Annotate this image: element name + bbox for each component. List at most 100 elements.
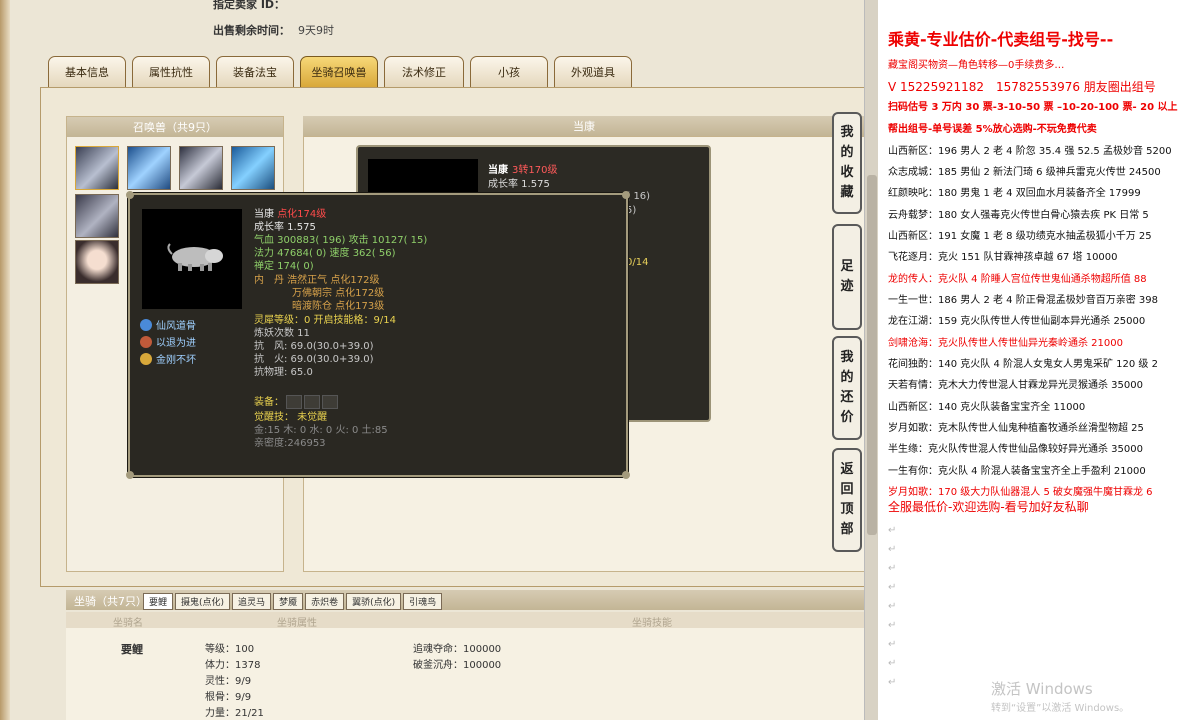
paragraph-mark-icon: ↵ (888, 544, 897, 555)
tooltip-resist-fire: 抗 火: 69.0(30.0+39.0) (254, 354, 374, 365)
paragraph-mark-icon: ↵ (888, 525, 897, 536)
skill-icon (140, 318, 152, 331)
mount-stat-stamina: 体力：1378 (205, 660, 261, 671)
mount-stat-root: 根骨：9/9 (205, 692, 252, 703)
summon-slot-6[interactable] (75, 240, 119, 284)
mount-stat-strength: 力量：21/21 (205, 708, 264, 719)
doc-line: 飞花逐月：克火 151 队甘霖神孩卓越 67 塔 10000 (888, 252, 1118, 263)
windows-watermark: 激活 Windows (991, 680, 1093, 698)
time-left-label: 出售剩余时间： (213, 24, 290, 37)
mount-col-skill: 坐骑技能 (632, 618, 672, 629)
document-panel: 乘黄-专业估价-代卖组号-找号-- 藏宝阁买物资—角色转移—0手续费多… V 15… (878, 0, 1188, 720)
doc-line: 扫码估号 3 万内 30 票-3-10-50 票 –10-20-100 票- 2… (888, 102, 1178, 113)
doc-line: 山西新区：196 男人 2 老 4 阶忽 35.4 强 52.5 孟极妙音 52… (888, 146, 1172, 157)
summon-skill-2[interactable]: 以退为进 (140, 334, 196, 349)
paragraph-mark-icon: ↵ (888, 563, 897, 574)
mount-col-attr: 坐骑属性 (277, 618, 317, 629)
tooltip-neidan-2: 万佛朝宗 点化172级 (292, 288, 385, 299)
mount-skill-2: 破釜沉舟：100000 (413, 660, 502, 671)
doc-line: 花间独酌：140 克火队 4 阶混人女鬼女人男鬼采矿 120 级 2 (888, 359, 1158, 370)
doc-line: 半生缘：克火队传世混人传世仙品像较好异光通杀 35000 (888, 444, 1143, 455)
my-favorites-button[interactable]: 我的收藏 (832, 112, 862, 214)
tab-basic-info[interactable]: 基本信息 (48, 56, 126, 88)
paragraph-mark-icon: ↵ (888, 620, 897, 631)
mount-tab-7[interactable]: 引魂鸟 (403, 593, 443, 610)
summon-skill-1[interactable]: 仙风道骨 (140, 317, 196, 332)
summon-detail-header: 当康 (303, 116, 865, 136)
my-bargain-button[interactable]: 我的还价 (832, 336, 862, 440)
mount-skill-1: 追魂夺命：100000 (413, 644, 502, 655)
summon-tooltip: 当康 点化174级 成长率 1.575 气血 300883( 196) 攻击 1… (126, 191, 630, 479)
seller-id-label: 指定卖家 ID： (213, 0, 286, 11)
mount-stat-spirit: 灵性：9/9 (205, 676, 252, 687)
equip-slot[interactable] (304, 395, 320, 409)
mount-stat-level: 等级：100 (205, 644, 255, 655)
mount-tabs: 要鲤 摄鬼(点化) 追灵马 梦魇 赤炽卷 翼骄(点化) 引魂鸟 (143, 593, 443, 610)
detail-tabs: 基本信息 属性抗性 装备法宝 坐骑召唤兽 法术修正 小孩 外观道具 (48, 56, 632, 88)
summon-skill-3[interactable]: 金刚不坏 (140, 351, 196, 366)
equip-slot[interactable] (286, 395, 302, 409)
tab-child[interactable]: 小孩 (470, 56, 548, 88)
doc-line: 岁月如歌：克木队传世人仙鬼种植畜牧通杀丝滑型物超 25 (888, 423, 1144, 434)
back-to-top-button[interactable]: 返回顶部 (832, 448, 862, 552)
time-left-row: 出售剩余时间： 9天9时 (213, 22, 334, 38)
summon-list-header: 召唤兽（共9只） (67, 117, 283, 137)
tab-equipment[interactable]: 装备法宝 (216, 56, 294, 88)
tooltip-neidan-1: 内 丹 浩然正气 点化172级 (254, 275, 380, 286)
doc-title: 乘黄-专业估价-代卖组号-找号-- (888, 30, 1114, 49)
left-edge (0, 0, 10, 720)
doc-line: 帮出组号-单号误差 5%放心选购-不玩免费代卖 (888, 124, 1097, 135)
time-left-value: 9天9时 (298, 24, 334, 37)
equip-slot[interactable] (322, 395, 338, 409)
summon-portrait (142, 209, 242, 309)
mount-tab-3[interactable]: 追灵马 (232, 593, 272, 610)
paragraph-mark-icon: ↵ (888, 658, 897, 669)
mount-name: 要鲤 (121, 643, 143, 656)
mount-tab-2[interactable]: 摄鬼(点化) (175, 593, 231, 610)
tab-attributes[interactable]: 属性抗性 (132, 56, 210, 88)
tooltip-back-growth: 成长率 1.575 (488, 179, 550, 190)
doc-line: 云舟载梦：180 女人强毒克火传世白骨心猿去疾 PK 日常 5 (888, 210, 1149, 221)
tooltip-hp-attack: 气血 300883( 196) 攻击 10127( 15) (254, 235, 428, 246)
page-scrollbar[interactable] (864, 0, 878, 720)
paragraph-mark-icon: ↵ (888, 639, 897, 650)
tooltip-corner (622, 191, 630, 199)
tooltip-poise: 禅定 174( 0) (254, 261, 314, 272)
tooltip-intimacy: 亲密度:246953 (254, 438, 326, 449)
mount-tab-1[interactable]: 要鲤 (143, 593, 174, 610)
tooltip-equip-row: 装备： (254, 395, 338, 409)
paragraph-mark-icon: ↵ (888, 601, 897, 612)
summon-slot-3[interactable] (179, 146, 223, 190)
doc-line: 山西新区：191 女魔 1 老 8 级功绩克水抽孟极狐小千万 25 (888, 231, 1152, 242)
scrollbar-thumb[interactable] (867, 175, 877, 535)
tooltip-awaken: 觉醒技： 未觉醒 (254, 412, 328, 423)
doc-line: 全服最低价-欢迎选购-看号加好友私聊 (888, 500, 1089, 514)
summon-slot-2[interactable] (127, 146, 171, 190)
doc-line: 一生一世：186 男人 2 老 4 阶正骨混孟极妙音百万亲密 398 (888, 295, 1158, 306)
summon-slot-4[interactable] (231, 146, 275, 190)
doc-line: 众志成城：185 男仙 2 新法门琦 6 级神兵雷克火传世 24500 (888, 167, 1161, 178)
tooltip-name: 当康 (254, 209, 274, 220)
tooltip-corner (622, 471, 630, 479)
mount-tab-5[interactable]: 赤炽卷 (305, 593, 345, 610)
tooltip-back-name-row: 当康 3转170级 (488, 165, 558, 176)
tab-appearance[interactable]: 外观道具 (554, 56, 632, 88)
summon-slot-1[interactable] (75, 146, 119, 190)
tooltip-back-frag-3: 0/14 (626, 257, 649, 268)
tooltip-name-row: 当康 点化174级 (254, 209, 326, 221)
summon-slot-5[interactable] (75, 194, 119, 238)
doc-line: 一生有你：克火队 4 阶混人装备宝宝齐全上手盈利 21000 (888, 466, 1146, 477)
tooltip-refine-count: 炼妖次数 11 (254, 328, 310, 339)
doc-line: 山西新区：140 克火队装备宝宝齐全 11000 (888, 402, 1086, 413)
footprint-button[interactable]: 足迹 (832, 224, 862, 330)
tooltip-resist-wind: 抗 风: 69.0(30.0+39.0) (254, 341, 374, 352)
paragraph-mark-icon: ↵ (888, 582, 897, 593)
doc-line: 龙的传人：克火队 4 阶睡人宫位传世鬼仙通杀物超所值 88 (888, 274, 1147, 285)
tab-spell-correction[interactable]: 法术修正 (384, 56, 464, 88)
skill-icon (140, 335, 152, 348)
tooltip-corner (126, 471, 134, 479)
tooltip-equip-label: 装备： (254, 397, 284, 408)
tab-mount-summon[interactable]: 坐骑召唤兽 (300, 56, 378, 88)
mount-tab-6[interactable]: 翼骄(点化) (346, 593, 402, 610)
mount-tab-4[interactable]: 梦魇 (273, 593, 304, 610)
